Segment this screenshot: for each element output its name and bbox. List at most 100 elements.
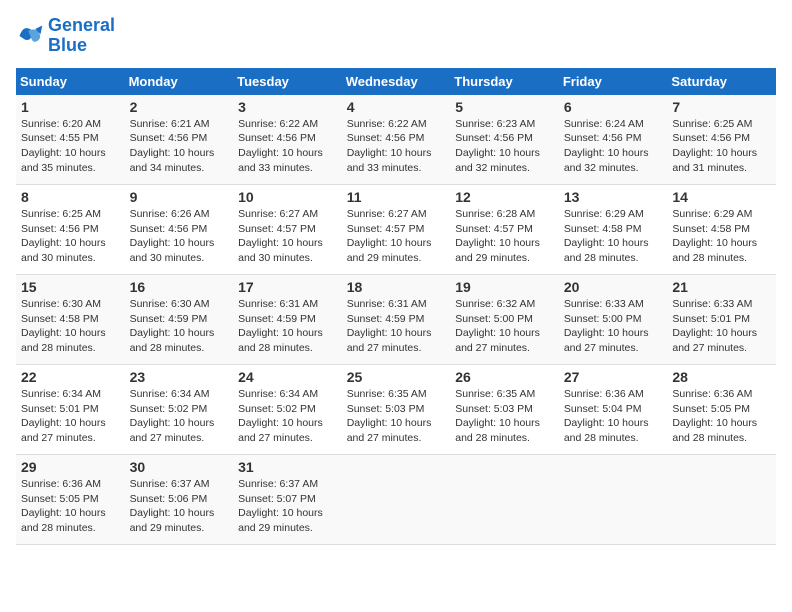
day-number: 10 xyxy=(238,189,337,205)
calendar-cell: 31 Sunrise: 6:37 AMSunset: 5:07 PMDayligh… xyxy=(233,455,342,545)
calendar-cell: 7Sunrise: 6:25 AMSunset: 4:56 PMDaylight… xyxy=(667,95,776,185)
week-row-4: 22 Sunrise: 6:34 AMSunset: 5:01 PMDayligh… xyxy=(16,365,776,455)
calendar-cell xyxy=(559,455,668,545)
calendar-cell: 17 Sunrise: 6:31 AMSunset: 4:59 PMDayligh… xyxy=(233,275,342,365)
calendar-cell: 8Sunrise: 6:25 AMSunset: 4:56 PMDaylight… xyxy=(16,185,125,275)
day-number: 16 xyxy=(130,279,229,295)
day-info: Sunrise: 6:30 AMSunset: 4:58 PMDaylight:… xyxy=(21,297,120,356)
calendar-cell: 30 Sunrise: 6:37 AMSunset: 5:06 PMDayligh… xyxy=(125,455,234,545)
day-info: Sunrise: 6:31 AMSunset: 4:59 PMDaylight:… xyxy=(238,297,337,356)
day-info: Sunrise: 6:35 AMSunset: 5:03 PMDaylight:… xyxy=(347,387,446,446)
day-number: 31 xyxy=(238,459,337,475)
calendar-cell xyxy=(450,455,559,545)
day-number: 12 xyxy=(455,189,554,205)
day-number: 30 xyxy=(130,459,229,475)
logo-blue: Blue xyxy=(48,35,87,55)
day-number: 20 xyxy=(564,279,663,295)
week-row-1: 1Sunrise: 6:20 AMSunset: 4:55 PMDaylight… xyxy=(16,95,776,185)
day-info: Sunrise: 6:22 AMSunset: 4:56 PMDaylight:… xyxy=(238,117,337,176)
day-info: Sunrise: 6:34 AMSunset: 5:02 PMDaylight:… xyxy=(130,387,229,446)
day-number: 27 xyxy=(564,369,663,385)
day-info: Sunrise: 6:20 AMSunset: 4:55 PMDaylight:… xyxy=(21,117,120,176)
day-info: Sunrise: 6:32 AMSunset: 5:00 PMDaylight:… xyxy=(455,297,554,356)
day-info: Sunrise: 6:29 AMSunset: 4:58 PMDaylight:… xyxy=(564,207,663,266)
calendar-cell xyxy=(342,455,451,545)
calendar-cell: 6Sunrise: 6:24 AMSunset: 4:56 PMDaylight… xyxy=(559,95,668,185)
weekday-header-saturday: Saturday xyxy=(667,68,776,95)
calendar-cell: 29 Sunrise: 6:36 AMSunset: 5:05 PMDayligh… xyxy=(16,455,125,545)
calendar-cell: 27 Sunrise: 6:36 AMSunset: 5:04 PMDayligh… xyxy=(559,365,668,455)
calendar-cell: 12 Sunrise: 6:28 AMSunset: 4:57 PMDayligh… xyxy=(450,185,559,275)
day-info: Sunrise: 6:33 AMSunset: 5:01 PMDaylight:… xyxy=(672,297,771,356)
calendar-cell: 18 Sunrise: 6:31 AMSunset: 4:59 PMDayligh… xyxy=(342,275,451,365)
day-number: 3 xyxy=(238,99,337,115)
day-number: 5 xyxy=(455,99,554,115)
logo: General Blue xyxy=(16,16,115,56)
day-info: Sunrise: 6:21 AMSunset: 4:56 PMDaylight:… xyxy=(130,117,229,176)
page-header: General Blue xyxy=(16,16,776,56)
calendar-cell: 28Sunrise: 6:36 AMSunset: 5:05 PMDayligh… xyxy=(667,365,776,455)
calendar-cell: 9 Sunrise: 6:26 AMSunset: 4:56 PMDaylight… xyxy=(125,185,234,275)
calendar-header: SundayMondayTuesdayWednesdayThursdayFrid… xyxy=(16,68,776,95)
weekday-header-thursday: Thursday xyxy=(450,68,559,95)
day-number: 2 xyxy=(130,99,229,115)
day-info: Sunrise: 6:30 AMSunset: 4:59 PMDaylight:… xyxy=(130,297,229,356)
day-number: 24 xyxy=(238,369,337,385)
day-info: Sunrise: 6:37 AMSunset: 5:06 PMDaylight:… xyxy=(130,477,229,536)
calendar-cell: 16 Sunrise: 6:30 AMSunset: 4:59 PMDayligh… xyxy=(125,275,234,365)
day-info: Sunrise: 6:23 AMSunset: 4:56 PMDaylight:… xyxy=(455,117,554,176)
day-info: Sunrise: 6:34 AMSunset: 5:01 PMDaylight:… xyxy=(21,387,120,446)
calendar-cell: 11 Sunrise: 6:27 AMSunset: 4:57 PMDayligh… xyxy=(342,185,451,275)
logo-icon xyxy=(16,22,44,50)
calendar-cell: 14Sunrise: 6:29 AMSunset: 4:58 PMDayligh… xyxy=(667,185,776,275)
day-info: Sunrise: 6:31 AMSunset: 4:59 PMDaylight:… xyxy=(347,297,446,356)
day-info: Sunrise: 6:36 AMSunset: 5:04 PMDaylight:… xyxy=(564,387,663,446)
calendar-cell xyxy=(667,455,776,545)
calendar-cell: 22 Sunrise: 6:34 AMSunset: 5:01 PMDayligh… xyxy=(16,365,125,455)
calendar-cell: 19Sunrise: 6:32 AMSunset: 5:00 PMDayligh… xyxy=(450,275,559,365)
calendar-cell: 23 Sunrise: 6:34 AMSunset: 5:02 PMDayligh… xyxy=(125,365,234,455)
day-info: Sunrise: 6:35 AMSunset: 5:03 PMDaylight:… xyxy=(455,387,554,446)
day-info: Sunrise: 6:37 AMSunset: 5:07 PMDaylight:… xyxy=(238,477,337,536)
weekday-header-wednesday: Wednesday xyxy=(342,68,451,95)
calendar-cell: 13Sunrise: 6:29 AMSunset: 4:58 PMDayligh… xyxy=(559,185,668,275)
day-number: 18 xyxy=(347,279,446,295)
week-row-5: 29 Sunrise: 6:36 AMSunset: 5:05 PMDayligh… xyxy=(16,455,776,545)
day-number: 29 xyxy=(21,459,120,475)
weekday-header-sunday: Sunday xyxy=(16,68,125,95)
calendar-cell: 5 Sunrise: 6:23 AMSunset: 4:56 PMDaylight… xyxy=(450,95,559,185)
day-number: 15 xyxy=(21,279,120,295)
day-number: 28 xyxy=(672,369,771,385)
calendar-cell: 26Sunrise: 6:35 AMSunset: 5:03 PMDayligh… xyxy=(450,365,559,455)
weekday-header-friday: Friday xyxy=(559,68,668,95)
day-info: Sunrise: 6:24 AMSunset: 4:56 PMDaylight:… xyxy=(564,117,663,176)
calendar-cell: 2 Sunrise: 6:21 AMSunset: 4:56 PMDaylight… xyxy=(125,95,234,185)
day-number: 4 xyxy=(347,99,446,115)
day-number: 17 xyxy=(238,279,337,295)
logo-general: General xyxy=(48,15,115,35)
week-row-3: 15 Sunrise: 6:30 AMSunset: 4:58 PMDayligh… xyxy=(16,275,776,365)
day-info: Sunrise: 6:27 AMSunset: 4:57 PMDaylight:… xyxy=(347,207,446,266)
calendar-body: 1Sunrise: 6:20 AMSunset: 4:55 PMDaylight… xyxy=(16,95,776,545)
day-info: Sunrise: 6:36 AMSunset: 5:05 PMDaylight:… xyxy=(21,477,120,536)
day-info: Sunrise: 6:28 AMSunset: 4:57 PMDaylight:… xyxy=(455,207,554,266)
day-number: 23 xyxy=(130,369,229,385)
weekday-header-tuesday: Tuesday xyxy=(233,68,342,95)
day-number: 22 xyxy=(21,369,120,385)
day-info: Sunrise: 6:34 AMSunset: 5:02 PMDaylight:… xyxy=(238,387,337,446)
day-number: 8 xyxy=(21,189,120,205)
day-number: 9 xyxy=(130,189,229,205)
day-number: 25 xyxy=(347,369,446,385)
calendar-cell: 20 Sunrise: 6:33 AMSunset: 5:00 PMDayligh… xyxy=(559,275,668,365)
calendar-cell: 10 Sunrise: 6:27 AMSunset: 4:57 PMDayligh… xyxy=(233,185,342,275)
day-number: 11 xyxy=(347,189,446,205)
day-info: Sunrise: 6:33 AMSunset: 5:00 PMDaylight:… xyxy=(564,297,663,356)
calendar-table: SundayMondayTuesdayWednesdayThursdayFrid… xyxy=(16,68,776,546)
calendar-cell: 1Sunrise: 6:20 AMSunset: 4:55 PMDaylight… xyxy=(16,95,125,185)
day-number: 21 xyxy=(672,279,771,295)
day-info: Sunrise: 6:26 AMSunset: 4:56 PMDaylight:… xyxy=(130,207,229,266)
calendar-cell: 3 Sunrise: 6:22 AMSunset: 4:56 PMDaylight… xyxy=(233,95,342,185)
day-info: Sunrise: 6:27 AMSunset: 4:57 PMDaylight:… xyxy=(238,207,337,266)
calendar-cell: 15 Sunrise: 6:30 AMSunset: 4:58 PMDayligh… xyxy=(16,275,125,365)
calendar-cell: 21 Sunrise: 6:33 AMSunset: 5:01 PMDayligh… xyxy=(667,275,776,365)
